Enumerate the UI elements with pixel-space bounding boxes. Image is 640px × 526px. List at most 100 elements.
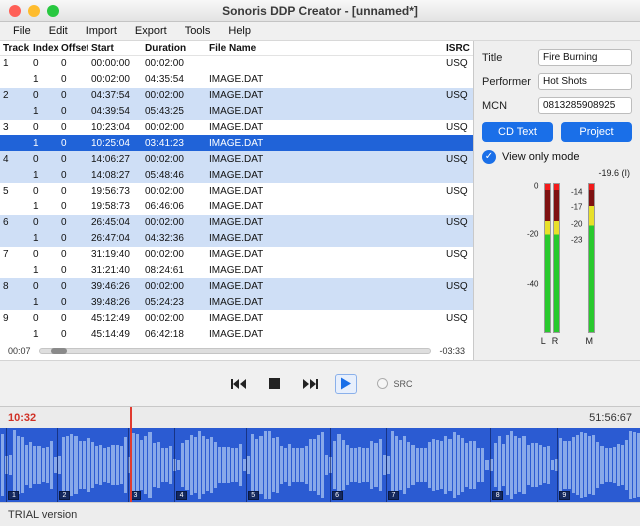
cell-duration: 00:02:00 [142,217,206,228]
track-marker[interactable]: 6 [332,491,343,500]
src-radio[interactable] [377,378,388,389]
column-header[interactable]: File Name [206,43,443,54]
cell-index: 1 [30,138,58,149]
cell-start: 19:56:73 [88,186,142,197]
cell-file-name: IMAGE.DAT [206,138,443,149]
waveform-ruler[interactable]: 10:32 51:56:67 [0,406,640,428]
cell-start: 14:08:27 [88,170,142,181]
track-marker[interactable]: 8 [492,491,503,500]
column-header[interactable]: Start [88,43,142,54]
cd-text-button[interactable]: CD Text [482,122,553,142]
table-row[interactable]: 3 0 0 10:23:04 00:02:00 IMAGE.DAT USQ [0,120,473,136]
current-position-time: 10:32 [8,412,36,424]
cell-index: 0 [30,122,58,133]
minimize-button[interactable] [28,5,40,17]
table-row[interactable]: 7 0 0 31:19:40 00:02:00 IMAGE.DAT USQ [0,247,473,263]
cell-file-name: IMAGE.DAT [206,297,443,308]
table-row[interactable]: 5 0 0 19:56:73 00:02:00 IMAGE.DAT USQ [0,183,473,199]
track-marker[interactable]: 7 [388,491,399,500]
skip-back-button[interactable] [227,374,249,394]
cell-duration: 05:43:25 [142,106,206,117]
meter-scale-label: -23 [571,236,583,245]
main-area: TrackIndexOffsetStartDurationFile NameIS… [0,41,640,360]
title-field-row: Title Fire Burning [482,49,632,66]
cell-file-name: IMAGE.DAT [206,154,443,165]
table-row[interactable]: 8 0 0 39:46:26 00:02:00 IMAGE.DAT USQ [0,278,473,294]
zoom-button[interactable] [47,5,59,17]
cell-duration: 06:42:18 [142,329,206,340]
table-row[interactable]: 9 0 0 45:12:49 00:02:00 IMAGE.DAT USQ [0,310,473,326]
column-header[interactable]: ISRC [443,43,473,54]
waveform-canvas[interactable]: 123456789 [0,428,640,502]
seek-handle[interactable] [51,348,67,354]
stop-button[interactable] [263,374,285,394]
table-row[interactable]: 2 0 0 04:37:54 00:02:00 IMAGE.DAT USQ [0,88,473,104]
table-row[interactable]: 1 0 26:47:04 04:32:36 IMAGE.DAT [0,231,473,247]
column-header[interactable]: Track [0,43,30,54]
cell-file-name: IMAGE.DAT [206,281,443,292]
column-header[interactable]: Offset [58,43,88,54]
table-row[interactable]: 1 0 00:02:00 04:35:54 IMAGE.DAT [0,72,473,88]
table-row[interactable]: 1 0 04:39:54 05:43:25 IMAGE.DAT [0,104,473,120]
table-row[interactable]: 1 0 10:25:04 03:41:23 IMAGE.DAT [0,135,473,151]
track-marker[interactable]: 2 [59,491,70,500]
waveform-playhead [130,428,132,502]
table-row[interactable]: 6 0 0 26:45:04 00:02:00 IMAGE.DAT USQ [0,215,473,231]
cell-duration: 00:02:00 [142,58,206,69]
cell-offset: 0 [58,74,88,85]
table-row[interactable]: 1 0 45:14:49 06:42:18 IMAGE.DAT [0,326,473,342]
table-row[interactable]: 1 0 14:08:27 05:48:46 IMAGE.DAT [0,167,473,183]
mcn-field-row: MCN 0813285908925 [482,97,632,114]
column-header[interactable]: Index [30,43,58,54]
menu-item[interactable]: Help [219,23,260,39]
track-boundary-line [557,428,558,502]
menu-item[interactable]: Export [126,23,176,39]
cell-offset: 0 [58,201,88,212]
play-icon [340,377,352,390]
view-only-checkbox[interactable]: ✓ [482,150,496,164]
meter-label-l: L [541,336,546,346]
track-boundary-line [246,428,247,502]
transport-bar: SRC [0,360,640,406]
cell-index: 1 [30,297,58,308]
skip-forward-button[interactable] [299,374,321,394]
cell-offset: 0 [58,249,88,260]
table-row[interactable]: 4 0 0 14:06:27 00:02:00 IMAGE.DAT USQ [0,151,473,167]
performer-input[interactable]: Hot Shots [538,73,632,90]
cell-duration: 05:48:46 [142,170,206,181]
cell-offset: 0 [58,138,88,149]
cell-isrc: USQ [443,90,473,101]
project-button[interactable]: Project [561,122,632,142]
cell-file-name: IMAGE.DAT [206,329,443,340]
menu-item[interactable]: Edit [40,23,77,39]
cell-index: 1 [30,106,58,117]
cell-duration: 08:24:61 [142,265,206,276]
view-only-row[interactable]: ✓ View only mode [482,150,632,164]
mcn-input[interactable]: 0813285908925 [538,97,632,114]
meter-row: 0-20-40 L R [482,183,632,346]
seek-row: 00:07 -03:33 [0,342,473,360]
title-input[interactable]: Fire Burning [538,49,632,66]
track-boundary-line [386,428,387,502]
column-header[interactable]: Duration [142,43,206,54]
table-row[interactable]: 1 0 19:58:73 06:46:06 IMAGE.DAT [0,199,473,215]
table-row[interactable]: 1 0 31:21:40 08:24:61 IMAGE.DAT [0,263,473,279]
table-row[interactable]: 1 0 0 00:00:00 00:02:00 USQ [0,56,473,72]
cell-duration: 00:02:00 [142,313,206,324]
track-marker[interactable]: 5 [248,491,259,500]
track-marker[interactable]: 1 [8,491,19,500]
track-marker[interactable]: 9 [559,491,570,500]
track-marker[interactable]: 4 [176,491,187,500]
cell-isrc: USQ [443,281,473,292]
elapsed-time: 00:07 [8,346,31,356]
menu-item[interactable]: Import [77,23,126,39]
close-button[interactable] [9,5,21,17]
cell-offset: 0 [58,90,88,101]
table-row[interactable]: 1 0 39:48:26 05:24:23 IMAGE.DAT [0,294,473,310]
menu-item[interactable]: Tools [176,23,220,39]
cell-isrc: USQ [443,58,473,69]
play-button[interactable] [335,374,357,394]
menu-item[interactable]: File [4,23,40,39]
cell-start: 45:12:49 [88,313,142,324]
seek-slider[interactable] [39,348,432,354]
